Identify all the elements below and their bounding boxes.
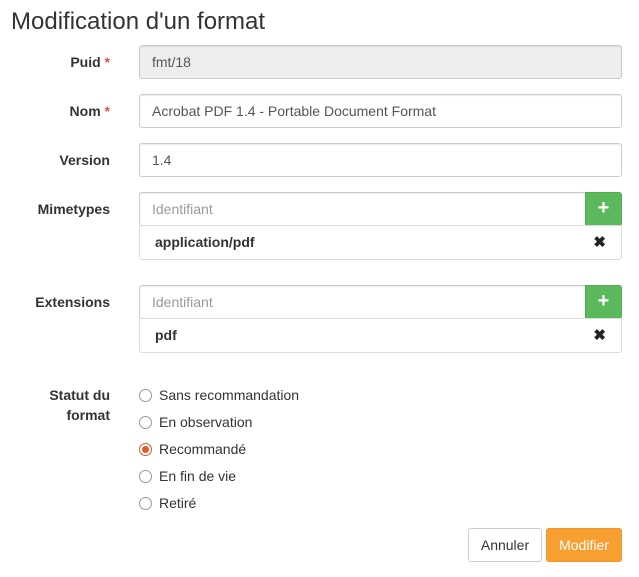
page-title: Modification d'un format bbox=[11, 8, 266, 35]
extension-item: pdf ✖ bbox=[139, 318, 622, 353]
nom-label: Nom * bbox=[0, 101, 110, 121]
puid-label: Puid * bbox=[0, 52, 110, 72]
add-extension-button[interactable]: + bbox=[585, 285, 622, 319]
add-mimetype-button[interactable]: + bbox=[585, 192, 622, 226]
radio-label: En fin de vie bbox=[159, 468, 237, 484]
submit-button[interactable]: Modifier bbox=[546, 528, 622, 562]
radio-button[interactable] bbox=[139, 415, 152, 429]
version-label-text: Version bbox=[59, 152, 110, 168]
extensions-label-text: Extensions bbox=[35, 294, 110, 310]
plus-icon: + bbox=[597, 290, 610, 312]
mimetypes-label-text: Mimetypes bbox=[37, 201, 110, 217]
puid-input: fmt/18 bbox=[139, 45, 622, 79]
statut-label: Statut du format bbox=[0, 385, 110, 425]
puid-label-text: Puid bbox=[70, 54, 101, 70]
required-marker: * bbox=[104, 103, 110, 119]
version-label: Version bbox=[0, 150, 110, 170]
mimetypes-label: Mimetypes bbox=[0, 199, 110, 219]
statut-label-line1: Statut du bbox=[49, 387, 110, 403]
remove-icon[interactable]: ✖ bbox=[593, 226, 606, 259]
radio-button-checked[interactable] bbox=[139, 442, 152, 456]
radio-button[interactable] bbox=[139, 388, 152, 402]
cancel-button[interactable]: Annuler bbox=[468, 528, 542, 562]
radio-retire[interactable]: Retiré bbox=[139, 493, 196, 513]
required-marker: * bbox=[104, 54, 110, 70]
remove-icon[interactable]: ✖ bbox=[593, 319, 606, 352]
mimetype-item-value: application/pdf bbox=[155, 234, 255, 250]
nom-label-text: Nom bbox=[69, 103, 101, 119]
radio-label: En observation bbox=[159, 414, 253, 430]
nom-input[interactable]: Acrobat PDF 1.4 - Portable Document Form… bbox=[139, 94, 622, 128]
version-input[interactable]: 1.4 bbox=[139, 143, 622, 177]
radio-label: Recommandé bbox=[159, 441, 247, 457]
radio-button[interactable] bbox=[139, 496, 152, 510]
extensions-label: Extensions bbox=[0, 292, 110, 312]
mimetype-item: application/pdf ✖ bbox=[139, 225, 622, 260]
mimetypes-input[interactable]: Identifiant bbox=[139, 192, 586, 226]
extension-item-value: pdf bbox=[155, 327, 177, 343]
radio-en-fin-de-vie[interactable]: En fin de vie bbox=[139, 466, 236, 486]
statut-label-line2: format bbox=[66, 407, 110, 423]
radio-sans-recommandation[interactable]: Sans recommandation bbox=[139, 385, 299, 405]
radio-recommande[interactable]: Recommandé bbox=[139, 439, 246, 459]
extensions-input[interactable]: Identifiant bbox=[139, 285, 586, 319]
radio-label: Sans recommandation bbox=[159, 387, 300, 403]
plus-icon: + bbox=[597, 197, 610, 219]
radio-en-observation[interactable]: En observation bbox=[139, 412, 252, 432]
radio-label: Retiré bbox=[159, 495, 197, 511]
radio-button[interactable] bbox=[139, 469, 152, 483]
